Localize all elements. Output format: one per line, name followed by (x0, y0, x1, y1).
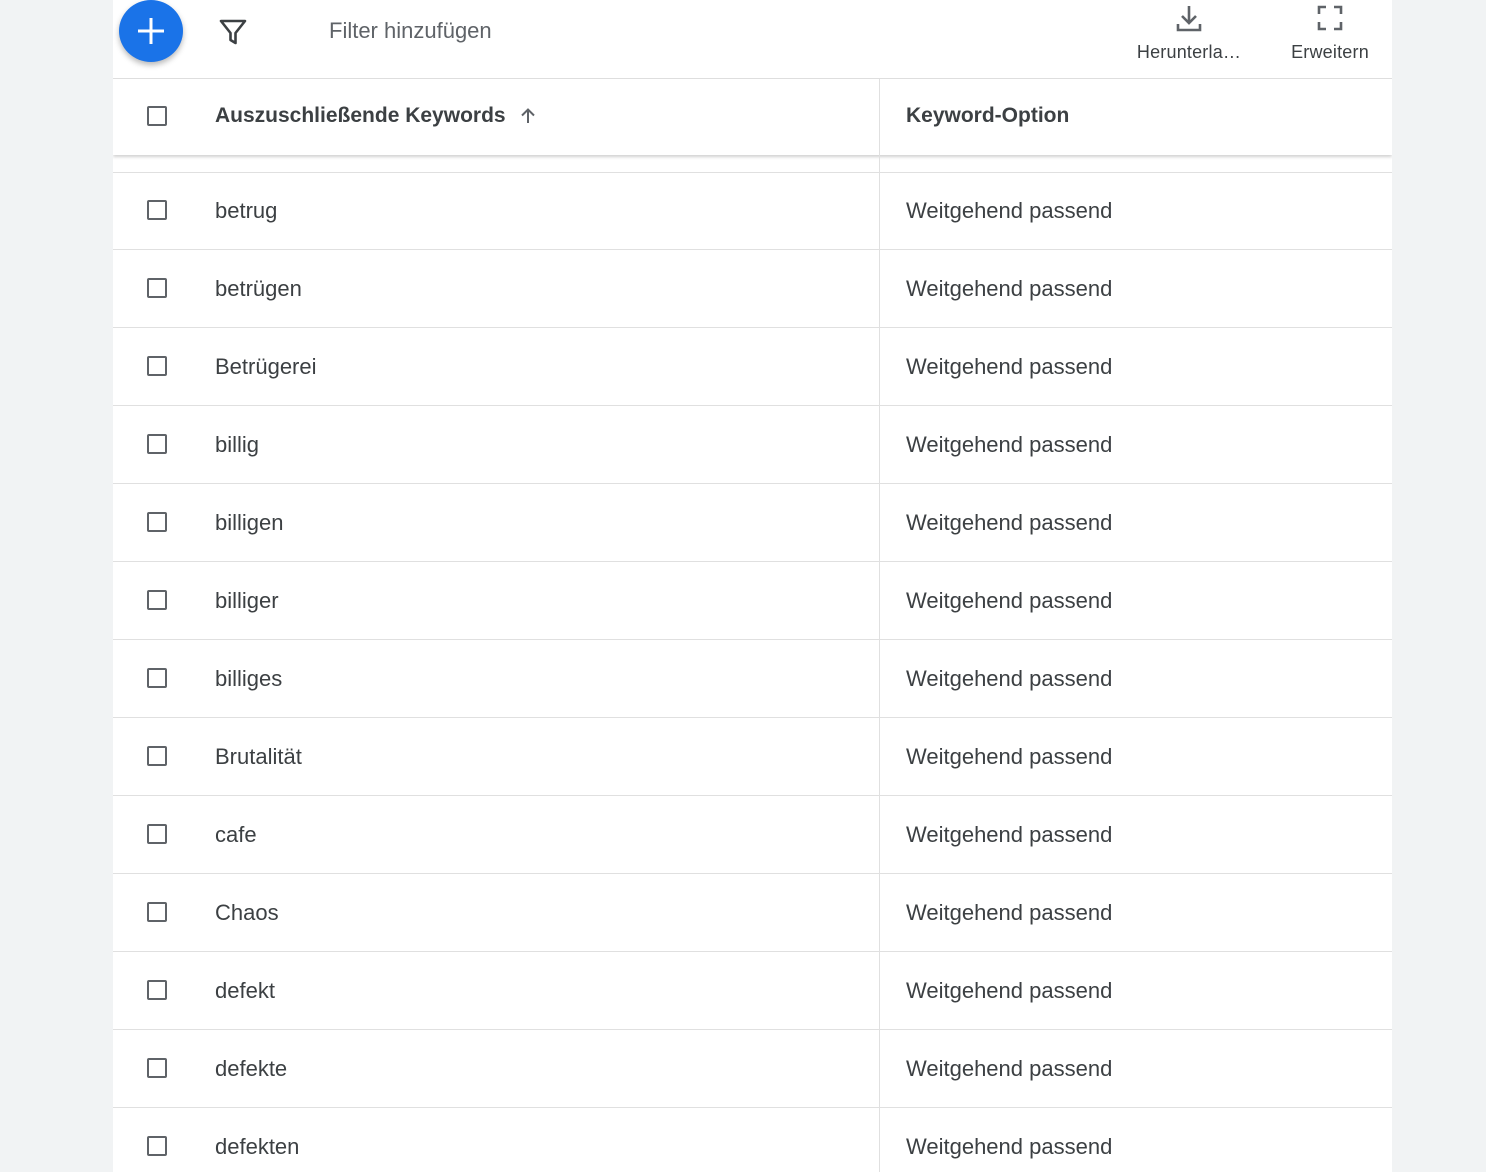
keyword-column-header[interactable]: Auszuschließende Keywords (215, 104, 538, 128)
keyword-option-cell[interactable]: Weitgehend passend (906, 432, 1112, 458)
table-row[interactable]: billig Weitgehend passend (113, 406, 1392, 484)
table-row[interactable]: defekten Weitgehend passend (113, 1108, 1392, 1172)
table-row[interactable]: billiges Weitgehend passend (113, 640, 1392, 718)
row-checkbox[interactable] (147, 668, 167, 688)
row-checkbox[interactable] (147, 200, 167, 220)
expand-button[interactable]: Erweitern (1279, 0, 1381, 70)
add-keyword-button[interactable] (119, 0, 183, 62)
keyword-cell[interactable]: cafe (215, 822, 257, 848)
filter-input[interactable]: Filter hinzufügen (329, 18, 492, 44)
row-checkbox[interactable] (147, 980, 167, 1000)
keyword-option-cell[interactable]: Weitgehend passend (906, 198, 1112, 224)
keyword-cell[interactable]: Betrügerei (215, 354, 317, 380)
row-checkbox[interactable] (147, 278, 167, 298)
keyword-option-cell[interactable]: Weitgehend passend (906, 978, 1112, 1004)
fullscreen-icon (1317, 5, 1343, 31)
expand-label: Erweitern (1291, 42, 1369, 62)
table-row[interactable]: Betrügerei Weitgehend passend (113, 328, 1392, 406)
keyword-option-cell[interactable]: Weitgehend passend (906, 276, 1112, 302)
keyword-option-cell[interactable]: Weitgehend passend (906, 354, 1112, 380)
row-checkbox[interactable] (147, 590, 167, 610)
column-divider (879, 79, 880, 1172)
keyword-cell[interactable]: defekte (215, 1056, 287, 1082)
arrow-up-icon (520, 108, 535, 123)
keyword-cell[interactable]: billig (215, 432, 259, 458)
keyword-cell[interactable]: defekten (215, 1134, 299, 1160)
row-checkbox[interactable] (147, 356, 167, 376)
keyword-cell[interactable]: defekt (215, 978, 275, 1004)
keyword-cell[interactable]: billiges (215, 666, 282, 692)
keyword-column-label: Auszuschließende Keywords (215, 104, 506, 127)
keyword-option-cell[interactable]: Weitgehend passend (906, 588, 1112, 614)
row-checkbox[interactable] (147, 902, 167, 922)
keyword-option-cell[interactable]: Weitgehend passend (906, 1134, 1112, 1160)
table-row[interactable]: cafe Weitgehend passend (113, 796, 1392, 874)
table-header: Auszuschließende Keywords Keyword-Option (113, 79, 1392, 155)
keyword-cell[interactable]: betrügen (215, 276, 302, 302)
table-toolbar: Filter hinzufügen Herunterla… Erweitern (113, 0, 1392, 79)
option-column-header[interactable]: Keyword-Option (906, 104, 1069, 128)
table-row[interactable]: defekt Weitgehend passend (113, 952, 1392, 1030)
select-all-checkbox[interactable] (147, 106, 167, 126)
funnel-icon[interactable] (217, 16, 249, 48)
keyword-cell[interactable]: billiger (215, 588, 279, 614)
keyword-option-cell[interactable]: Weitgehend passend (906, 510, 1112, 536)
keyword-option-cell[interactable]: Weitgehend passend (906, 900, 1112, 926)
download-button[interactable]: Herunterla… (1129, 0, 1249, 70)
row-checkbox[interactable] (147, 824, 167, 844)
download-label: Herunterla… (1136, 42, 1242, 62)
keywords-panel: Filter hinzufügen Herunterla… Erweitern … (113, 0, 1392, 1172)
table-row[interactable]: Chaos Weitgehend passend (113, 874, 1392, 952)
table-row[interactable]: billiger Weitgehend passend (113, 562, 1392, 640)
plus-icon (138, 18, 164, 44)
table-body: betrug Weitgehend passend betrügen Weitgehe… (113, 172, 1392, 1172)
table-row[interactable]: betrug Weitgehend passend (113, 172, 1392, 250)
keyword-cell[interactable]: billigen (215, 510, 284, 536)
table-row[interactable]: defekte Weitgehend passend (113, 1030, 1392, 1108)
row-checkbox[interactable] (147, 1058, 167, 1078)
row-checkbox[interactable] (147, 512, 167, 532)
keyword-option-cell[interactable]: Weitgehend passend (906, 744, 1112, 770)
keyword-cell[interactable]: Brutalität (215, 744, 302, 770)
row-checkbox[interactable] (147, 434, 167, 454)
table-row[interactable]: betrügen Weitgehend passend (113, 250, 1392, 328)
download-icon (1176, 6, 1202, 32)
keyword-cell[interactable]: Chaos (215, 900, 279, 926)
table-row[interactable]: billigen Weitgehend passend (113, 484, 1392, 562)
keyword-cell[interactable]: betrug (215, 198, 277, 224)
row-checkbox[interactable] (147, 746, 167, 766)
keyword-option-cell[interactable]: Weitgehend passend (906, 1056, 1112, 1082)
keyword-option-cell[interactable]: Weitgehend passend (906, 822, 1112, 848)
keyword-option-cell[interactable]: Weitgehend passend (906, 666, 1112, 692)
table-row[interactable]: Brutalität Weitgehend passend (113, 718, 1392, 796)
row-checkbox[interactable] (147, 1136, 167, 1156)
